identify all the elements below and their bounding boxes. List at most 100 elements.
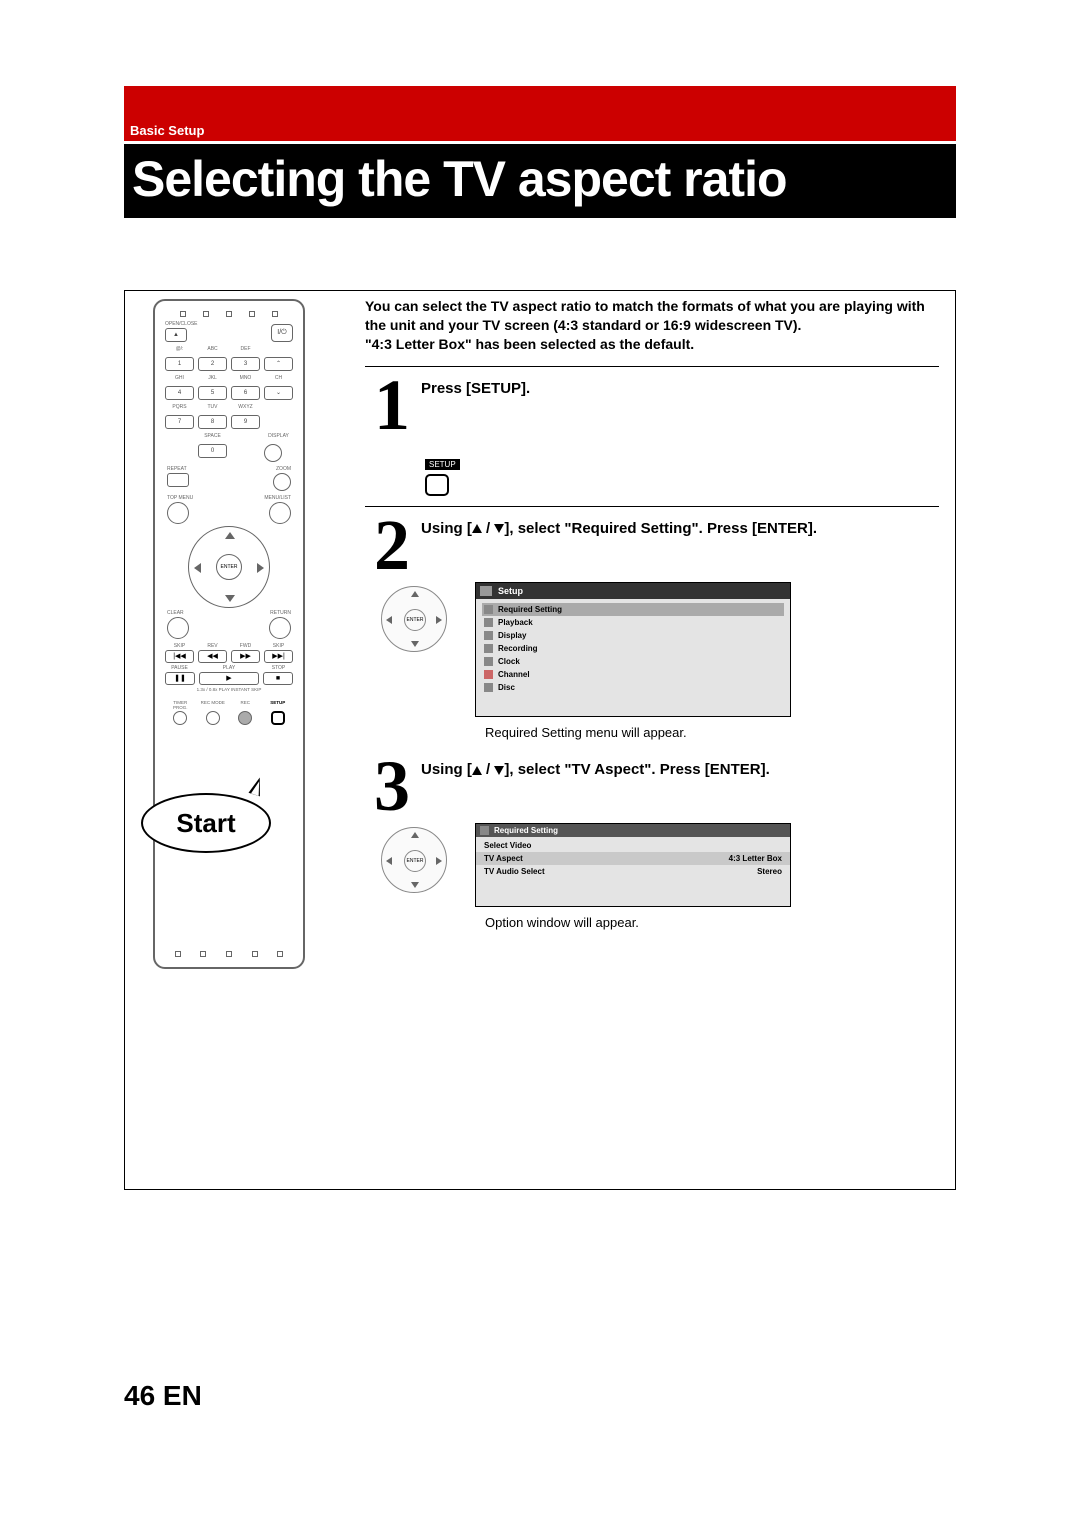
steps-column: You can select the TV aspect ratio to ma…: [365, 297, 939, 934]
dpad-up-icon: [225, 532, 235, 539]
step-3-caption: Option window will appear.: [485, 915, 939, 930]
osd-row-tv-audio: TV Audio SelectStereo: [476, 865, 790, 878]
key-5: 5: [198, 386, 227, 400]
setup-icon-label: SETUP: [425, 459, 460, 470]
setup-menu-osd: Setup Required Setting Playback Display …: [475, 582, 791, 717]
step-2: 2 Using [ / ], select "Required Setting"…: [365, 515, 939, 576]
osd-row-select-video: Select Video: [476, 839, 790, 852]
step-3: 3 Using [ / ], select "TV Aspect". Press…: [365, 756, 939, 817]
numeric-keypad: @/: ABC DEF 1 2 3 ⌃ GHI JKL MNO CH 4 5 6…: [161, 344, 297, 464]
setup-button-illustration: SETUP: [425, 454, 939, 496]
clear-button: [167, 617, 189, 639]
step-3-number: 3: [365, 756, 419, 817]
display-button: [264, 444, 282, 462]
skip-fwd-button: ▶▶|: [264, 650, 293, 663]
key-9: 9: [231, 415, 260, 429]
dpad-left-icon: [194, 563, 201, 573]
step-2-caption: Required Setting menu will appear.: [485, 725, 939, 740]
speed-label: 1.3x / 0.8x PLAY INSTANT SKIP: [161, 687, 297, 694]
menu-list-button: [269, 502, 291, 524]
return-label: RETURN: [270, 610, 291, 617]
ch-down: ⌄: [264, 386, 293, 400]
mini-dpad-icon: ENTER: [381, 827, 447, 893]
start-callout: Start: [141, 793, 271, 853]
zoom-button: [273, 473, 291, 491]
step-2-text: Using [ / ], select "Required Setting". …: [421, 515, 817, 539]
step-1: 1 Press [SETUP].: [365, 375, 939, 436]
osd-item-required-setting: Required Setting: [482, 603, 784, 616]
stop-button: ■: [263, 672, 293, 685]
key-4: 4: [165, 386, 194, 400]
osd2-header: Required Setting: [476, 824, 790, 837]
key-0: 0: [198, 444, 227, 458]
required-setting-osd: Required Setting Select Video TV Aspect4…: [475, 823, 791, 907]
play-button: ▶: [199, 672, 259, 685]
zoom-label: ZOOM: [273, 466, 291, 473]
setup-icon: [425, 474, 449, 496]
mini-dpad-icon: ENTER: [381, 586, 447, 652]
pause-button: ❚❚: [165, 672, 195, 685]
key-6: 6: [231, 386, 260, 400]
page-number: 46 EN: [124, 1380, 202, 1412]
step-3-text: Using [ / ], select "TV Aspect". Press […: [421, 756, 770, 780]
open-close-label: OPEN/CLOSE: [165, 321, 198, 328]
osd-header: Setup: [476, 583, 790, 599]
timer-prog-button: [173, 711, 187, 725]
rev-button: ◀◀: [198, 650, 227, 663]
return-button: [269, 617, 291, 639]
osd-item-disc: Disc: [482, 681, 784, 694]
step-2-number: 2: [365, 515, 419, 576]
ch-up: ⌃: [264, 357, 293, 371]
remote-control-illustration: OPEN/CLOSE ▲ I/⏻ @/: ABC DEF 1 2 3 ⌃ GHI…: [153, 299, 305, 969]
content-frame: OPEN/CLOSE ▲ I/⏻ @/: ABC DEF 1 2 3 ⌃ GHI…: [124, 290, 956, 1190]
down-arrow-icon: [494, 524, 504, 533]
intro-text: You can select the TV aspect ratio to ma…: [365, 297, 939, 362]
key-1: 1: [165, 357, 194, 371]
skip-back-button: |◀◀: [165, 650, 194, 663]
top-menu-label: TOP MENU: [167, 495, 193, 502]
header-red-bar: [124, 86, 956, 141]
menu-list-label: MENU/LIST: [264, 495, 291, 502]
step-2-illustration: ENTER Setup Required Setting Playback Di…: [381, 582, 939, 717]
top-menu-button: [167, 502, 189, 524]
enter-icon: ENTER: [404, 850, 426, 872]
step-3-illustration: ENTER Required Setting Select Video TV A…: [381, 823, 939, 907]
divider: [365, 366, 939, 367]
key-2: 2: [198, 357, 227, 371]
section-label: Basic Setup: [130, 123, 204, 138]
enter-icon: ENTER: [404, 609, 426, 631]
title-bar: Selecting the TV aspect ratio: [124, 144, 956, 218]
rec-button: [238, 711, 252, 725]
osd-item-recording: Recording: [482, 642, 784, 655]
key-7: 7: [165, 415, 194, 429]
dpad: ENTER: [188, 526, 270, 608]
repeat-button: [167, 473, 189, 487]
fwd-button: ▶▶: [231, 650, 260, 663]
step-1-text: Press [SETUP].: [421, 375, 530, 399]
wrench-icon: [480, 586, 492, 596]
osd-item-playback: Playback: [482, 616, 784, 629]
dpad-right-icon: [257, 563, 264, 573]
key-3: 3: [231, 357, 260, 371]
rec-mode-button: [206, 711, 220, 725]
up-arrow-icon: [472, 766, 482, 775]
up-arrow-icon: [472, 524, 482, 533]
power-button: I/⏻: [271, 324, 293, 342]
repeat-label: REPEAT: [167, 466, 189, 473]
clear-label: CLEAR: [167, 610, 184, 617]
osd-item-channel: Channel: [482, 668, 784, 681]
eject-button: ▲: [165, 328, 187, 342]
divider: [365, 506, 939, 507]
remote-column: OPEN/CLOSE ▲ I/⏻ @/: ABC DEF 1 2 3 ⌃ GHI…: [153, 299, 343, 969]
enter-button: ENTER: [216, 554, 242, 580]
down-arrow-icon: [494, 766, 504, 775]
osd-item-clock: Clock: [482, 655, 784, 668]
manual-page: Basic Setup Selecting the TV aspect rati…: [0, 0, 1080, 1528]
osd-item-display: Display: [482, 629, 784, 642]
page-title: Selecting the TV aspect ratio: [132, 150, 948, 208]
step-1-number: 1: [365, 375, 419, 436]
setup-button-highlight: [271, 711, 285, 725]
key-8: 8: [198, 415, 227, 429]
osd-row-tv-aspect: TV Aspect4:3 Letter Box: [476, 852, 790, 865]
dpad-down-icon: [225, 595, 235, 602]
